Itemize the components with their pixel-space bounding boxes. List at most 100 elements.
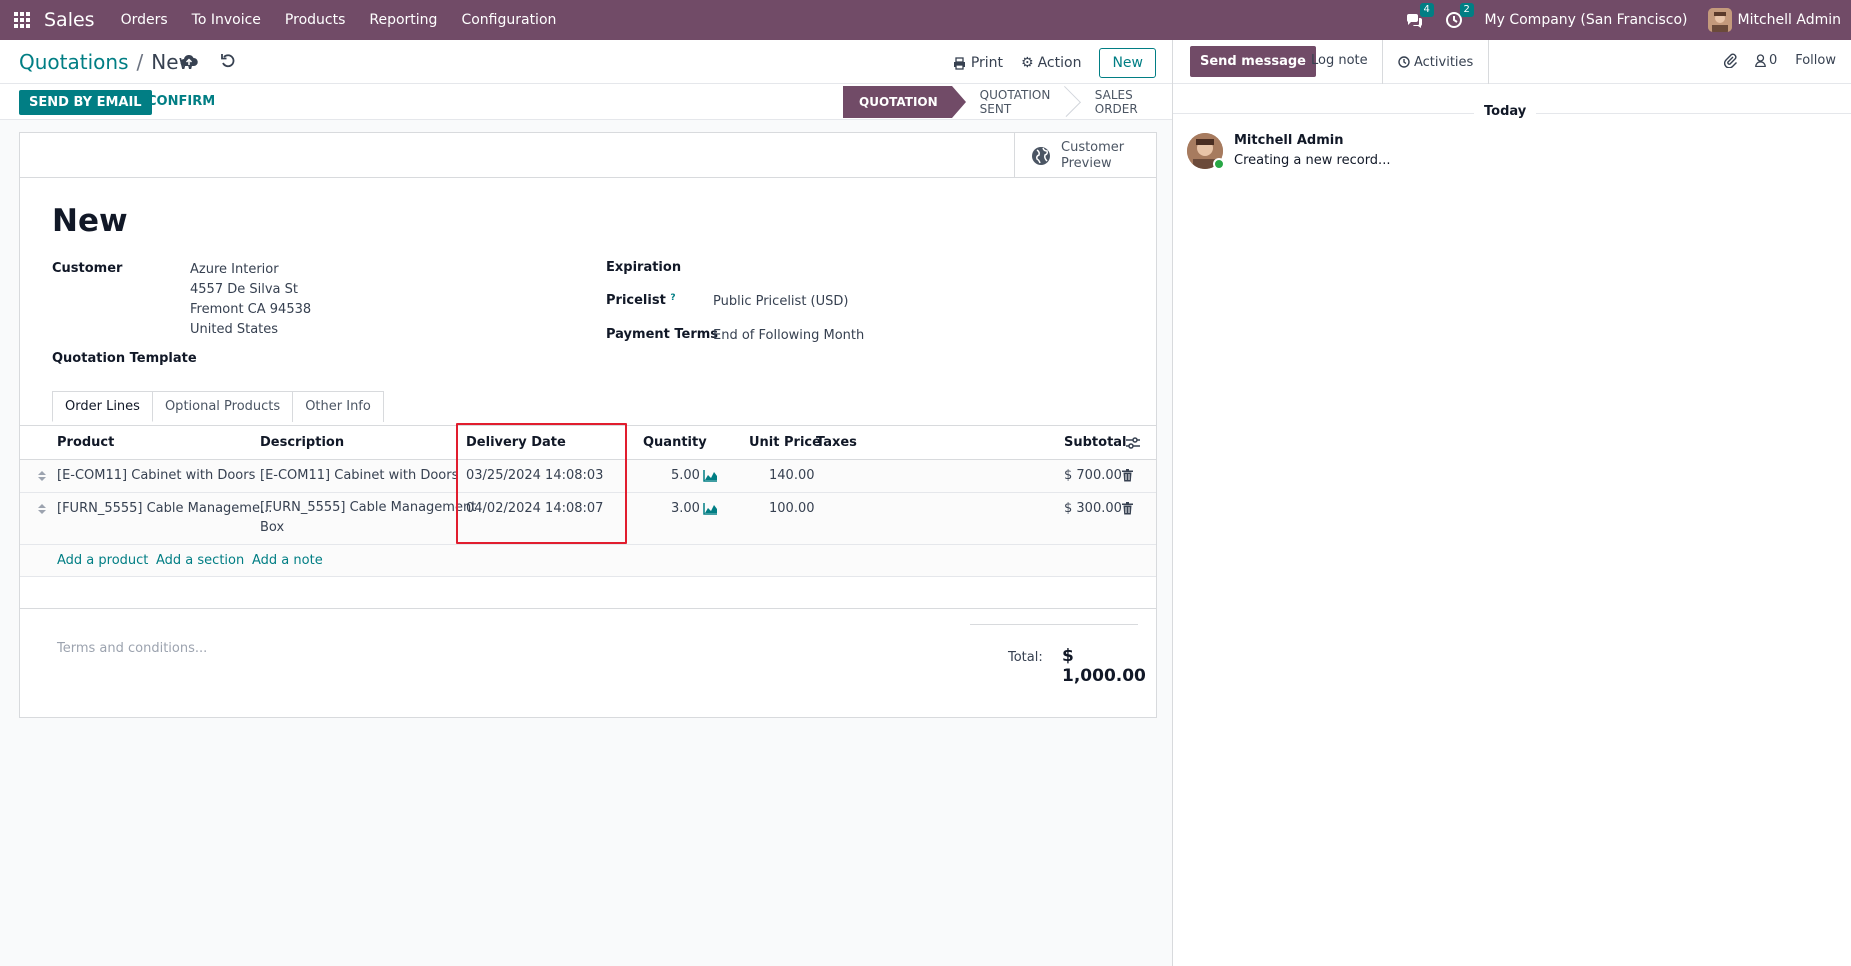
customer-name: Azure Interior: [190, 262, 279, 277]
tab-other-info[interactable]: Other Info: [292, 391, 384, 422]
line-description[interactable]: [FURN_5555] Cable Management Box: [260, 498, 476, 538]
forecast-chart-icon[interactable]: [703, 469, 718, 482]
pricelist-label: Pricelist ?: [606, 293, 676, 308]
online-status-indicator: [1213, 158, 1225, 170]
column-product[interactable]: Product: [57, 435, 114, 450]
breadcrumb-separator: /: [136, 50, 144, 74]
top-navbar: Sales Orders To Invoice Products Reporti…: [0, 0, 1851, 40]
payment-terms-field[interactable]: End of Following Month: [713, 328, 864, 343]
trash-icon[interactable]: [1122, 469, 1133, 482]
activities-button[interactable]: 2: [1445, 3, 1474, 29]
globe-icon: [1032, 146, 1050, 165]
customer-preview-button[interactable]: Customer Preview: [1014, 133, 1156, 178]
customer-preview-line1: Customer: [1061, 139, 1125, 155]
messages-badge: 4: [1419, 3, 1434, 17]
line-unit-price[interactable]: 140.00: [769, 468, 815, 483]
total-amount: $ 1,000.00: [1062, 646, 1146, 686]
delivery-date-highlight-box: [456, 423, 627, 544]
line-description-line1: [FURN_5555] Cable Management: [260, 500, 477, 515]
print-icon: [953, 56, 965, 70]
line-subtotal: $ 300.00: [1064, 501, 1122, 516]
empty-row: [20, 577, 1156, 609]
pricelist-field[interactable]: Public Pricelist (USD): [713, 294, 848, 309]
totals-divider: [970, 624, 1138, 625]
trash-icon[interactable]: [1122, 502, 1133, 515]
activities-badge: 2: [1459, 3, 1474, 17]
stage-sales-order[interactable]: SALES ORDER: [1073, 86, 1172, 118]
line-quantity[interactable]: 3.00: [671, 501, 700, 516]
terms-and-conditions-field[interactable]: Terms and conditions...: [57, 641, 207, 656]
pricelist-help-tooltip[interactable]: ?: [670, 293, 675, 303]
menu-orders[interactable]: Orders: [121, 12, 168, 28]
clock-icon: [1398, 56, 1410, 68]
paperclip-icon[interactable]: [1723, 52, 1737, 68]
notebook-tabs: Order Lines Optional Products Other Info: [52, 391, 384, 422]
menu-reporting[interactable]: Reporting: [369, 12, 437, 28]
date-separator: Today: [1474, 104, 1537, 119]
pricelist-label-text: Pricelist: [606, 293, 666, 308]
add-line-row: Add a product Add a section Add a note: [20, 545, 1156, 577]
add-section-link[interactable]: Add a section: [156, 553, 244, 568]
breadcrumb: Quotations / New: [19, 50, 195, 74]
line-product[interactable]: [E-COM11] Cabinet with Doors: [57, 468, 255, 483]
apps-grid-icon: [14, 12, 30, 28]
menu-to-invoice[interactable]: To Invoice: [192, 12, 261, 28]
user-avatar[interactable]: [1707, 8, 1732, 32]
button-box: Customer Preview: [20, 133, 1156, 178]
expiration-label: Expiration: [606, 260, 682, 275]
forecast-chart-icon[interactable]: [703, 502, 718, 515]
line-description[interactable]: [E-COM11] Cabinet with Doors: [260, 468, 458, 483]
app-name[interactable]: Sales: [44, 9, 95, 31]
apps-menu-button[interactable]: [0, 0, 44, 40]
breadcrumb-quotations[interactable]: Quotations: [19, 50, 128, 74]
chatter-topbar: Send message Log note Activities 0 Follo…: [1173, 40, 1851, 84]
activities-button[interactable]: Activities: [1382, 40, 1490, 84]
line-quantity[interactable]: 5.00: [671, 468, 700, 483]
line-unit-price[interactable]: 100.00: [769, 501, 815, 516]
menu-products[interactable]: Products: [285, 12, 345, 28]
column-unit-price[interactable]: Unit Price: [749, 435, 821, 450]
save-cloud-icon[interactable]: [180, 53, 198, 69]
total-label: Total:: [1008, 650, 1043, 665]
drag-handle-icon[interactable]: [38, 471, 46, 481]
tab-order-lines[interactable]: Order Lines: [52, 391, 153, 422]
message-body: Creating a new record...: [1234, 153, 1391, 168]
line-product[interactable]: [FURN_5555] Cable Manageme...: [57, 501, 272, 516]
followers-count: 0: [1768, 52, 1778, 68]
add-product-link[interactable]: Add a product: [57, 553, 148, 568]
new-record-button[interactable]: New: [1099, 48, 1156, 78]
customer-field[interactable]: Azure Interior 4557 De Silva St Fremont …: [190, 260, 311, 340]
message-author[interactable]: Mitchell Admin: [1234, 133, 1343, 148]
send-by-email-button[interactable]: SEND BY EMAIL: [19, 90, 152, 115]
menu-configuration[interactable]: Configuration: [461, 12, 556, 28]
follow-button[interactable]: Follow: [1795, 53, 1836, 68]
column-taxes[interactable]: Taxes: [816, 435, 857, 450]
discard-undo-icon[interactable]: [220, 53, 236, 69]
chatter-panel: Send message Log note Activities 0 Follo…: [1172, 40, 1851, 966]
control-panel: Quotations / New Print ⚙ Action New: [0, 40, 1172, 84]
column-quantity[interactable]: Quantity: [643, 435, 707, 450]
user-menu[interactable]: Mitchell Admin: [1738, 12, 1842, 28]
drag-handle-icon[interactable]: [38, 504, 46, 514]
stage-quotation-sent[interactable]: QUOTATION SENT: [952, 86, 1073, 118]
company-switcher[interactable]: My Company (San Francisco): [1485, 12, 1688, 28]
line-description-line2: Box: [260, 520, 285, 535]
customer-country: United States: [190, 322, 279, 337]
column-subtotal[interactable]: Subtotal: [1064, 435, 1127, 450]
payment-terms-label: Payment Terms: [606, 327, 719, 342]
send-message-button[interactable]: Send message: [1190, 46, 1316, 77]
messaging-button[interactable]: 4: [1405, 3, 1434, 29]
customer-street: 4557 De Silva St: [190, 282, 298, 297]
print-button[interactable]: Print: [953, 55, 1003, 71]
log-note-button[interactable]: Log note: [1311, 53, 1368, 68]
print-label: Print: [970, 55, 1004, 71]
add-note-link[interactable]: Add a note: [252, 553, 323, 568]
column-description[interactable]: Description: [260, 435, 344, 450]
optional-columns-toggle-icon[interactable]: [1126, 437, 1140, 449]
tab-optional-products[interactable]: Optional Products: [151, 391, 294, 422]
followers-button[interactable]: 0: [1755, 53, 1777, 68]
action-button[interactable]: ⚙ Action: [1021, 55, 1081, 71]
activities-label: Activities: [1414, 54, 1474, 70]
confirm-button[interactable]: CONFIRM: [147, 94, 215, 109]
stage-quotation[interactable]: QUOTATION: [843, 86, 966, 118]
